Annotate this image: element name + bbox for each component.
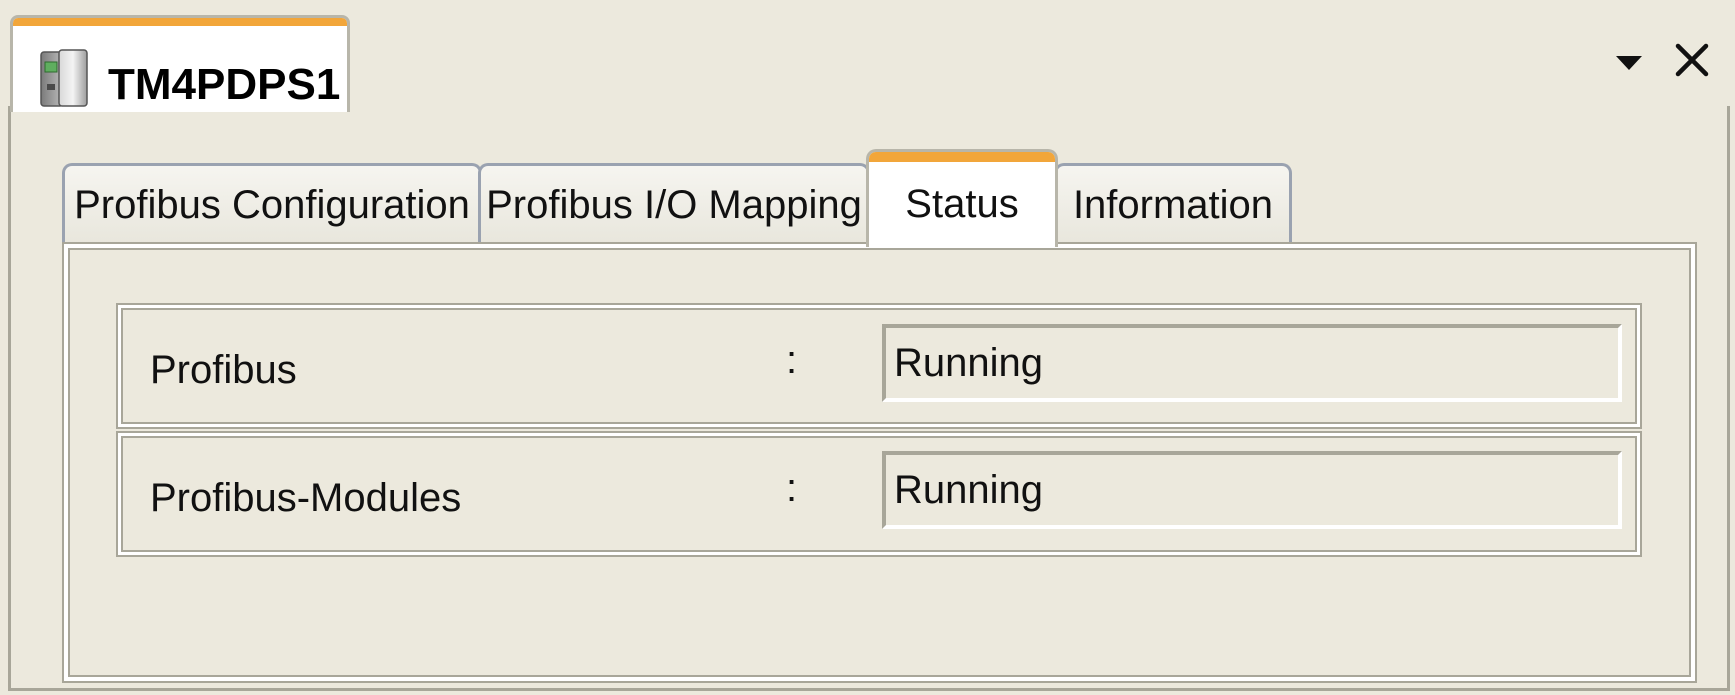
tab-label: Profibus Configuration bbox=[74, 183, 470, 227]
editor-window: TM4PDPS1 Profibus Configuration Profibus… bbox=[0, 0, 1735, 695]
dropdown-arrow-icon[interactable] bbox=[1614, 52, 1644, 74]
close-icon[interactable] bbox=[1672, 40, 1712, 80]
status-value-text: Running bbox=[894, 467, 1044, 512]
tab-status[interactable]: Status bbox=[866, 149, 1058, 247]
status-value-profibus: Running bbox=[882, 324, 1622, 402]
status-label-profibus-modules: Profibus-Modules bbox=[150, 476, 462, 520]
status-value-profibus-modules: Running bbox=[882, 451, 1622, 529]
tab-profibus-io-mapping[interactable]: Profibus I/O Mapping bbox=[478, 163, 870, 245]
tab-profibus-configuration[interactable]: Profibus Configuration bbox=[62, 163, 482, 245]
tab-label: Information bbox=[1072, 183, 1274, 227]
status-separator: : bbox=[786, 338, 798, 382]
tab-label: Status bbox=[905, 182, 1019, 226]
status-label-profibus: Profibus bbox=[150, 348, 297, 392]
tab-label: Profibus I/O Mapping bbox=[486, 183, 862, 227]
tab-information[interactable]: Information bbox=[1054, 163, 1292, 245]
status-separator: : bbox=[786, 466, 798, 510]
device-module-icon bbox=[40, 49, 88, 107]
document-tab-title: TM4PDPS1 bbox=[108, 60, 341, 109]
document-tab[interactable]: TM4PDPS1 bbox=[10, 15, 350, 112]
status-value-text: Running bbox=[894, 340, 1044, 385]
